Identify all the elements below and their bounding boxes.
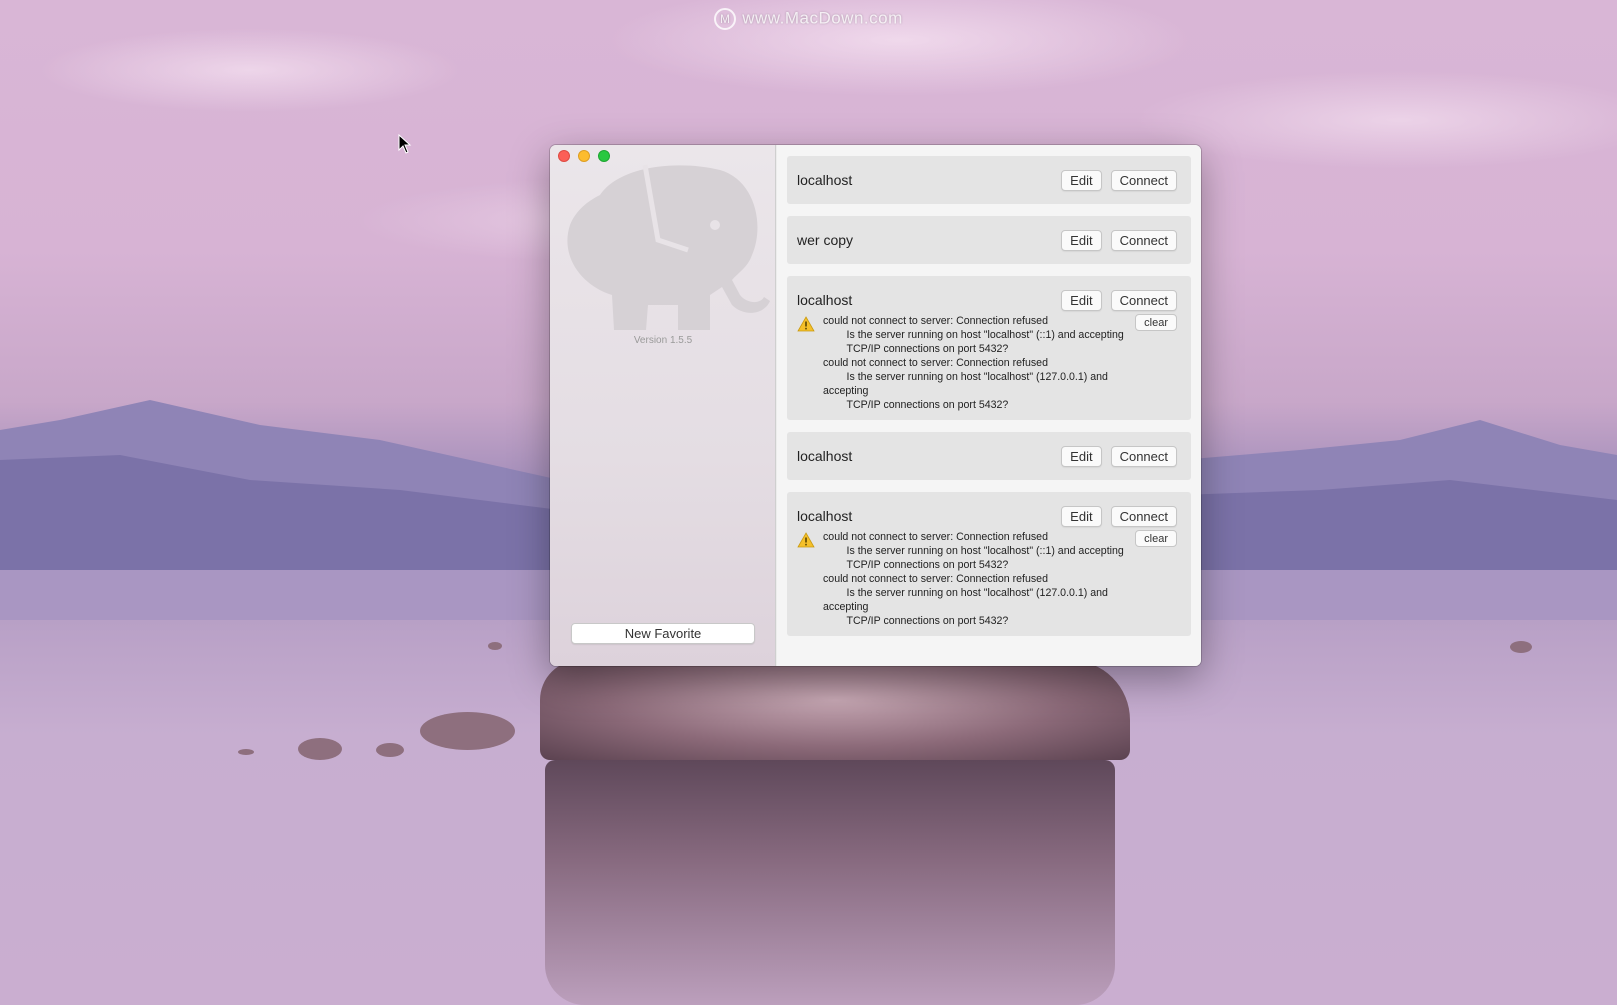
edit-button[interactable]: Edit [1061, 505, 1102, 527]
favorite-card: localhost Edit Connect could not connect… [787, 276, 1191, 420]
desktop-stone [298, 738, 342, 760]
favorite-name: localhost [797, 508, 853, 524]
connection-error: could not connect to server: Connection … [797, 314, 1177, 420]
postgres-elephant-icon [567, 164, 770, 330]
desktop-stone [420, 712, 515, 750]
app-window: Version 1.5.5 New Favorite localhost Edi… [550, 145, 1201, 666]
new-favorite-button[interactable]: New Favorite [571, 623, 755, 644]
connect-button[interactable]: Connect [1110, 169, 1177, 191]
sidebar: Version 1.5.5 New Favorite [550, 145, 776, 666]
desktop-stone [376, 743, 404, 757]
warning-icon [797, 530, 823, 628]
favorite-name: localhost [797, 292, 853, 308]
favorite-actions: Edit Connect [1061, 289, 1177, 311]
favorite-name: wer copy [797, 232, 854, 248]
edit-button[interactable]: Edit [1061, 229, 1102, 251]
favorite-actions: Edit Connect [1061, 229, 1177, 251]
desktop-stone [1510, 641, 1532, 653]
connection-error: could not connect to server: Connection … [797, 530, 1177, 636]
favorite-name: localhost [797, 448, 853, 464]
clear-error-button[interactable]: clear [1135, 314, 1177, 331]
version-label: Version 1.5.5 [633, 335, 693, 346]
error-message: could not connect to server: Connection … [823, 531, 1124, 627]
desktop-stone [238, 749, 254, 755]
connect-button[interactable]: Connect [1110, 289, 1177, 311]
edit-button[interactable]: Edit [1061, 169, 1102, 191]
favorite-card: localhost Edit Connect [787, 156, 1191, 204]
favorite-header: localhost Edit Connect [797, 432, 1177, 480]
favorite-actions: Edit Connect [1061, 445, 1177, 467]
favorite-card: wer copy Edit Connect [787, 216, 1191, 264]
edit-button[interactable]: Edit [1061, 289, 1102, 311]
favorite-header: wer copy Edit Connect [797, 216, 1177, 264]
desktop-stone [488, 642, 502, 650]
watermark-text: www.MacDown.com [742, 8, 903, 28]
favorite-actions: Edit Connect [1061, 169, 1177, 191]
favorite-card: localhost Edit Connect [787, 432, 1191, 480]
edit-button[interactable]: Edit [1061, 445, 1102, 467]
desktop-rock [540, 660, 1130, 760]
clear-error-button[interactable]: clear [1135, 530, 1177, 547]
connect-button[interactable]: Connect [1110, 445, 1177, 467]
favorite-header: localhost Edit Connect [797, 156, 1177, 204]
favorites-list: localhost Edit Connect wer copy Edit Con… [777, 145, 1201, 666]
watermark: Mwww.MacDown.com [0, 8, 1617, 30]
macdown-logo-icon: M [714, 8, 737, 30]
warning-icon [797, 314, 823, 412]
favorite-card: localhost Edit Connect could not connect… [787, 492, 1191, 636]
desktop-rock-reflection [545, 760, 1115, 1005]
favorite-name: localhost [797, 172, 853, 188]
error-message: could not connect to server: Connection … [823, 315, 1124, 411]
connect-button[interactable]: Connect [1110, 505, 1177, 527]
mouse-cursor-icon [398, 134, 412, 154]
connect-button[interactable]: Connect [1110, 229, 1177, 251]
favorite-actions: Edit Connect [1061, 505, 1177, 527]
